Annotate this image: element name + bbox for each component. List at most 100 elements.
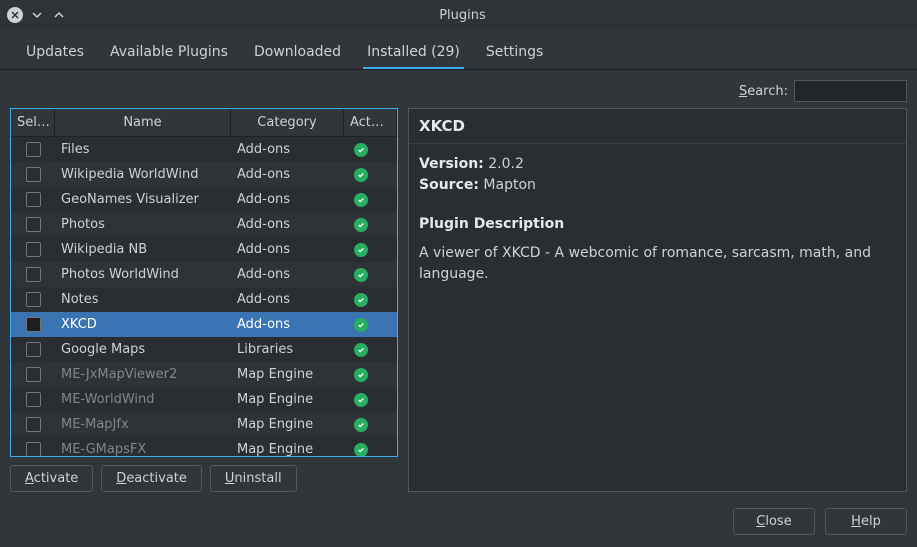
table-body[interactable]: FilesAdd-onsWikipedia WorldWindAdd-onsGe… [11,137,397,456]
search-row: Search: [0,70,917,108]
active-icon [354,318,368,332]
active-icon [354,218,368,232]
window-close-button[interactable] [6,6,24,24]
row-checkbox[interactable] [26,442,41,456]
row-category: Add-ons [231,267,344,282]
row-name: Google Maps [55,342,231,357]
window-arrow-down-button[interactable] [28,6,46,24]
chevron-down-icon [31,9,43,21]
row-name: Notes [55,292,231,307]
table-row[interactable]: ME-WorldWindMap Engine [11,387,397,412]
row-name: Photos WorldWind [55,267,231,282]
activate-button[interactable]: Activate [10,465,93,492]
row-category: Add-ons [231,292,344,307]
row-checkbox[interactable] [26,292,41,307]
search-label: Search: [739,84,788,99]
row-name: ME-GMapsFX [55,442,231,456]
active-icon [354,418,368,432]
details-panel: XKCD Version: 2.0.2 Source: Mapton Plugi… [408,108,907,492]
row-category: Add-ons [231,167,344,182]
row-name: ME-MapJfx [55,417,231,432]
row-checkbox[interactable] [26,142,41,157]
row-checkbox[interactable] [26,167,41,182]
row-checkbox[interactable] [26,417,41,432]
tab-bar: Updates Available Plugins Downloaded Instal… [0,30,917,70]
tab-updates[interactable]: Updates [22,38,88,69]
row-checkbox[interactable] [26,217,41,232]
close-icon [7,7,23,23]
row-name: GeoNames Visualizer [55,192,231,207]
details-title: XKCD [409,109,906,144]
col-header-active[interactable]: Act… [344,109,397,136]
source-label: Source: [419,177,479,193]
row-category: Add-ons [231,317,344,332]
chevron-up-icon [53,9,65,21]
action-bar: Activate Deactivate Uninstall [10,457,398,492]
dialog-footer: Close Help [0,496,917,547]
active-icon [354,393,368,407]
help-button[interactable]: Help [825,508,907,535]
plugins-table: Sel… Name Category Act… FilesAdd-onsWiki… [10,108,398,457]
source-value: Mapton [483,177,535,193]
row-checkbox[interactable] [26,342,41,357]
row-checkbox[interactable] [26,392,41,407]
row-category: Map Engine [231,417,344,432]
row-name: ME-WorldWind [55,392,231,407]
tab-available-plugins[interactable]: Available Plugins [106,38,232,69]
table-row[interactable]: ME-MapJfxMap Engine [11,412,397,437]
table-header: Sel… Name Category Act… [11,109,397,137]
table-row[interactable]: PhotosAdd-ons [11,212,397,237]
row-name: Wikipedia WorldWind [55,167,231,182]
row-name: Photos [55,217,231,232]
row-name: Files [55,142,231,157]
row-name: XKCD [55,317,231,332]
title-bar: Plugins [0,0,917,30]
window-arrow-up-button[interactable] [50,6,68,24]
row-checkbox[interactable] [26,367,41,382]
row-name: ME-JxMapViewer2 [55,367,231,382]
table-row[interactable]: Wikipedia WorldWindAdd-ons [11,162,397,187]
table-row[interactable]: NotesAdd-ons [11,287,397,312]
active-icon [354,268,368,282]
col-header-category[interactable]: Category [231,109,344,136]
table-row[interactable]: ME-GMapsFXMap Engine [11,437,397,456]
active-icon [354,193,368,207]
row-checkbox[interactable] [26,192,41,207]
row-category: Map Engine [231,442,344,456]
active-icon [354,168,368,182]
table-row[interactable]: FilesAdd-ons [11,137,397,162]
window-title: Plugins [68,8,857,23]
col-header-name[interactable]: Name [55,109,231,136]
row-checkbox[interactable] [26,267,41,282]
active-icon [354,343,368,357]
row-category: Add-ons [231,142,344,157]
table-row[interactable]: Google MapsLibraries [11,337,397,362]
table-row[interactable]: XKCDAdd-ons [11,312,397,337]
deactivate-button[interactable]: Deactivate [101,465,202,492]
row-category: Add-ons [231,217,344,232]
active-icon [354,243,368,257]
close-button[interactable]: Close [733,508,815,535]
table-row[interactable]: GeoNames VisualizerAdd-ons [11,187,397,212]
version-label: Version: [419,156,484,172]
row-name: Wikipedia NB [55,242,231,257]
version-value: 2.0.2 [488,156,524,172]
plugin-description-heading: Plugin Description [419,214,896,235]
table-row[interactable]: ME-JxMapViewer2Map Engine [11,362,397,387]
table-row[interactable]: Photos WorldWindAdd-ons [11,262,397,287]
tab-downloaded[interactable]: Downloaded [250,38,345,69]
search-input[interactable] [794,80,907,102]
active-icon [354,368,368,382]
row-checkbox[interactable] [26,242,41,257]
col-header-select[interactable]: Sel… [11,109,55,136]
tab-settings[interactable]: Settings [482,38,547,69]
row-category: Add-ons [231,242,344,257]
row-category: Map Engine [231,367,344,382]
row-category: Libraries [231,342,344,357]
row-checkbox[interactable] [26,317,41,332]
uninstall-button[interactable]: Uninstall [210,465,297,492]
active-icon [354,293,368,307]
tab-installed-29[interactable]: Installed (29) [363,38,464,69]
plugin-description-text: A viewer of XKCD - A webcomic of romance… [419,243,896,285]
table-row[interactable]: Wikipedia NBAdd-ons [11,237,397,262]
